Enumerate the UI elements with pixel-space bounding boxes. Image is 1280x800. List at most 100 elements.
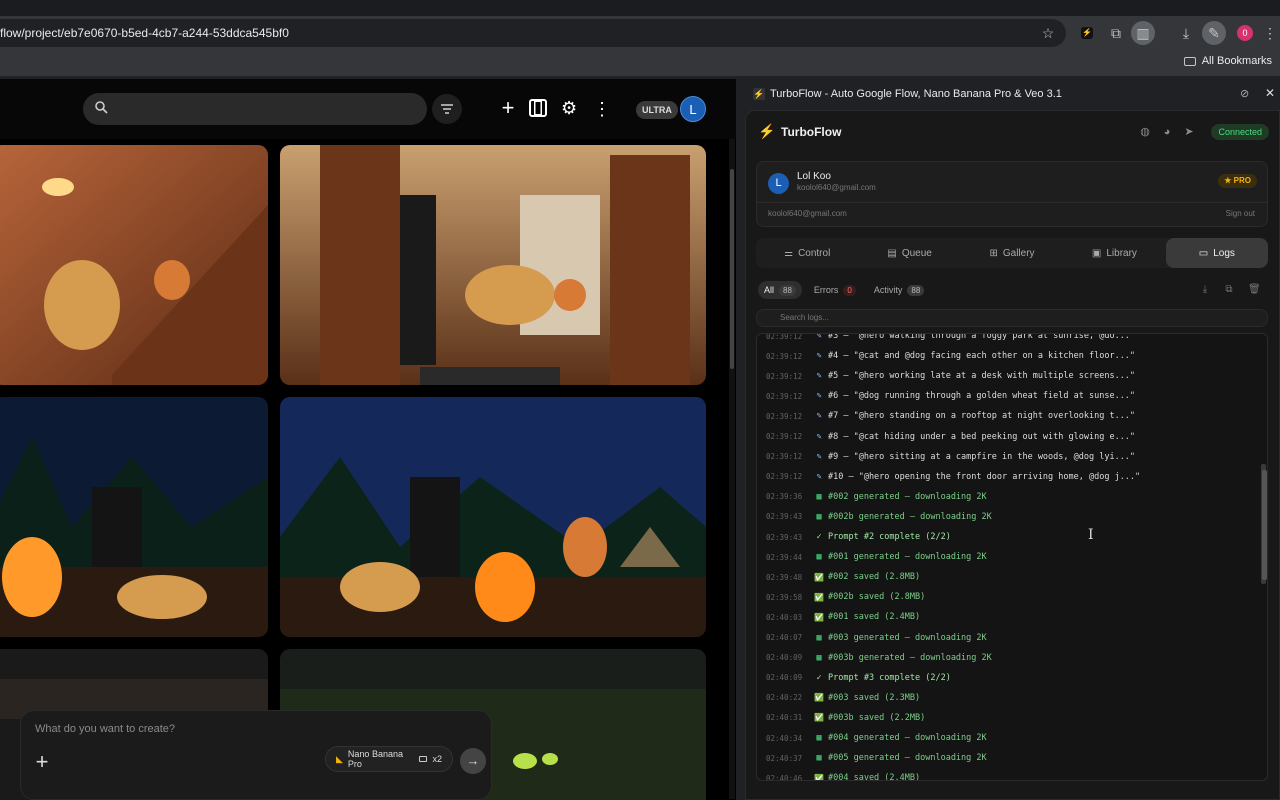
avatar[interactable]: L bbox=[680, 96, 706, 122]
log-time: 02:39:12 bbox=[766, 391, 803, 401]
sign-out-link[interactable]: Sign out bbox=[1226, 209, 1255, 218]
film-icon[interactable] bbox=[529, 99, 547, 117]
log-message: #3 — "@hero walking through a foggy park… bbox=[828, 333, 1136, 341]
more-icon[interactable]: ⋮ bbox=[593, 99, 611, 120]
pencil-icon: ✎ bbox=[816, 431, 822, 442]
logs-icon: ▭ bbox=[1198, 247, 1209, 259]
edit-icon[interactable]: ✎ bbox=[1202, 21, 1226, 45]
log-time: 02:40:07 bbox=[766, 633, 803, 642]
log-message: #001 saved (2.4MB) bbox=[828, 612, 921, 623]
tab-queue[interactable]: ▤ Queue bbox=[858, 238, 960, 268]
log-time: 02:40:22 bbox=[766, 693, 803, 703]
gallery-scrollbar-thumb[interactable] bbox=[730, 169, 734, 369]
menu-icon[interactable]: ⋮ bbox=[1259, 22, 1280, 44]
log-time: 02:40:37 bbox=[766, 753, 803, 763]
log-row: 02:39:12 ✎ #9 — "@hero sitting at a campfi… bbox=[757, 447, 1262, 467]
filter-activity[interactable]: Activity 88 bbox=[868, 281, 930, 299]
account-card: L Lol Koo koolol640@gmail.com ★ PRO kool… bbox=[756, 161, 1268, 227]
extension-icon[interactable]: ⚡ bbox=[1076, 22, 1098, 44]
checkbox-icon: ✅ bbox=[814, 713, 824, 723]
copy-icon[interactable]: ⧉ bbox=[1223, 284, 1235, 296]
filter-errors[interactable]: Errors 0 bbox=[808, 281, 862, 299]
count-label: x2 bbox=[432, 754, 442, 764]
search-input[interactable] bbox=[83, 93, 427, 125]
download-icon[interactable]: ⤓ bbox=[1199, 284, 1211, 296]
prompt-placeholder[interactable]: What do you want to create? bbox=[35, 723, 175, 735]
plus-icon[interactable]: + bbox=[498, 95, 518, 120]
tab-label: Control bbox=[798, 247, 831, 259]
gallery-image-2[interactable] bbox=[280, 145, 706, 385]
all-bookmarks-button[interactable]: All Bookmarks bbox=[1183, 55, 1272, 67]
log-message: #004 generated — downloading 2K bbox=[828, 733, 987, 743]
log-message: #002b generated — downloading 2K bbox=[828, 511, 992, 522]
telegram-icon[interactable]: ➤ bbox=[1182, 125, 1196, 139]
gallery-image-4[interactable] bbox=[280, 397, 706, 637]
address-bar[interactable]: flow/project/eb7e0670-b5ed-4cb7-a244-53d… bbox=[0, 19, 1066, 47]
log-row: 02:39:12 ✎ #7 — "@hero standing on a rooft… bbox=[757, 406, 1262, 426]
sidepanel-icon[interactable]: ▥ bbox=[1131, 21, 1155, 45]
log-time: 02:39:12 bbox=[766, 432, 803, 441]
log-row: 02:40:03 ✅ #001 saved (2.4MB) bbox=[757, 607, 1262, 627]
side-panel-scrollbar[interactable] bbox=[1262, 470, 1267, 580]
turboflow-header: ⚡ TurboFlow ◍ ◕ ➤ Connected bbox=[746, 111, 1279, 153]
discord-icon[interactable]: ◕ bbox=[1160, 125, 1174, 139]
model-label: Nano Banana Pro bbox=[347, 749, 403, 769]
close-icon[interactable]: ✕ bbox=[1265, 86, 1275, 100]
log-search-input[interactable]: Search logs... bbox=[756, 309, 1268, 327]
turboflow-panel: ⚡ TurboFlow ◍ ◕ ➤ Connected L Lol Koo ko… bbox=[745, 110, 1280, 800]
sliders-icon: ⚌ bbox=[784, 247, 794, 259]
log-list[interactable]: 02:39:12 ✎ #3 — "@hero walking through a f… bbox=[756, 333, 1268, 781]
download-icon[interactable]: ⤓ bbox=[1175, 22, 1197, 44]
checkbox-icon: ✅ bbox=[814, 693, 824, 703]
log-message: #002b saved (2.8MB) bbox=[828, 592, 926, 603]
log-row: 02:39:44 ▦ #001 generated — downloading 2K bbox=[757, 547, 1262, 567]
log-filters: All 88 Errors 0 Activity 88 bbox=[758, 281, 930, 299]
settings-icon[interactable]: ⚙ bbox=[561, 98, 577, 119]
filter-all[interactable]: All 88 bbox=[758, 281, 802, 299]
log-time: 02:39:36 bbox=[766, 492, 803, 502]
log-row: 02:39:12 ✎ #6 — "@dog running through a go… bbox=[757, 386, 1262, 406]
add-media-icon[interactable]: + bbox=[31, 749, 53, 775]
log-row: 02:40:09 ▦ #003b generated — downloading 2… bbox=[757, 648, 1262, 668]
log-row: 02:40:09 ✓ Prompt #3 complete (2/2) bbox=[757, 668, 1262, 688]
filter-icon[interactable] bbox=[432, 94, 462, 124]
log-row: 02:39:48 ✅ #002 saved (2.8MB) bbox=[757, 567, 1262, 587]
image-icon: ▦ bbox=[816, 753, 822, 764]
log-row: 02:39:12 ✎ #4 — "@cat and @dog facing each… bbox=[757, 346, 1262, 366]
image-icon: ▦ bbox=[816, 552, 822, 563]
url-text[interactable]: flow/project/eb7e0670-b5ed-4cb7-a244-53d… bbox=[0, 26, 289, 40]
image-icon: ▦ bbox=[816, 632, 822, 643]
log-row: 02:39:12 ✎ #3 — "@hero walking through a f… bbox=[757, 333, 1262, 346]
tab-logs[interactable]: ▭ Logs bbox=[1165, 238, 1269, 268]
gallery-image-3[interactable] bbox=[0, 397, 268, 637]
gallery-image-1[interactable] bbox=[0, 145, 268, 385]
image-icon: ▦ bbox=[816, 652, 822, 663]
log-time: 02:39:48 bbox=[766, 572, 803, 582]
unpin-icon[interactable]: ⊘ bbox=[1240, 87, 1249, 100]
profile-button[interactable]: 0 bbox=[1234, 22, 1256, 44]
filter-count: 0 bbox=[843, 284, 856, 296]
log-message: Prompt #3 complete (2/2) bbox=[828, 672, 951, 683]
puzzle-icon[interactable]: ⧉ bbox=[1105, 22, 1127, 44]
log-time: 02:39:44 bbox=[766, 552, 803, 562]
log-time: 02:40:46 bbox=[766, 773, 803, 781]
pencil-icon: ✎ bbox=[816, 411, 822, 422]
tab-library[interactable]: ▣ Library bbox=[1063, 238, 1165, 268]
log-row: 02:39:12 ✎ #5 — "@hero working late at a d… bbox=[757, 366, 1262, 386]
tab-label: Queue bbox=[901, 247, 932, 259]
tab-gallery[interactable]: ⊞ Gallery bbox=[961, 238, 1063, 268]
tab-control[interactable]: ⚌ Control bbox=[756, 238, 858, 268]
globe-icon[interactable]: ◍ bbox=[1138, 125, 1152, 139]
star-icon[interactable]: ☆ bbox=[1037, 22, 1059, 44]
log-message: #6 — "@dog running through a golden whea… bbox=[828, 391, 1136, 402]
log-row: 02:40:22 ✅ #003 saved (2.3MB) bbox=[757, 688, 1262, 708]
checkbox-icon: ✅ bbox=[814, 773, 824, 781]
trash-icon[interactable]: 🗑 bbox=[1248, 284, 1261, 296]
profile-badge: 0 bbox=[1237, 25, 1253, 41]
filter-count: 88 bbox=[779, 284, 796, 296]
send-button[interactable]: → bbox=[460, 748, 486, 774]
model-selector[interactable]: ◣ Nano Banana Pro x2 bbox=[325, 746, 453, 772]
prompt-composer[interactable]: What do you want to create? + ◣ Nano Ban… bbox=[20, 710, 492, 800]
plan-badge: ★ PRO bbox=[1218, 174, 1257, 188]
log-row: 02:39:36 ▦ #002 generated — downloading 2K bbox=[757, 487, 1262, 507]
